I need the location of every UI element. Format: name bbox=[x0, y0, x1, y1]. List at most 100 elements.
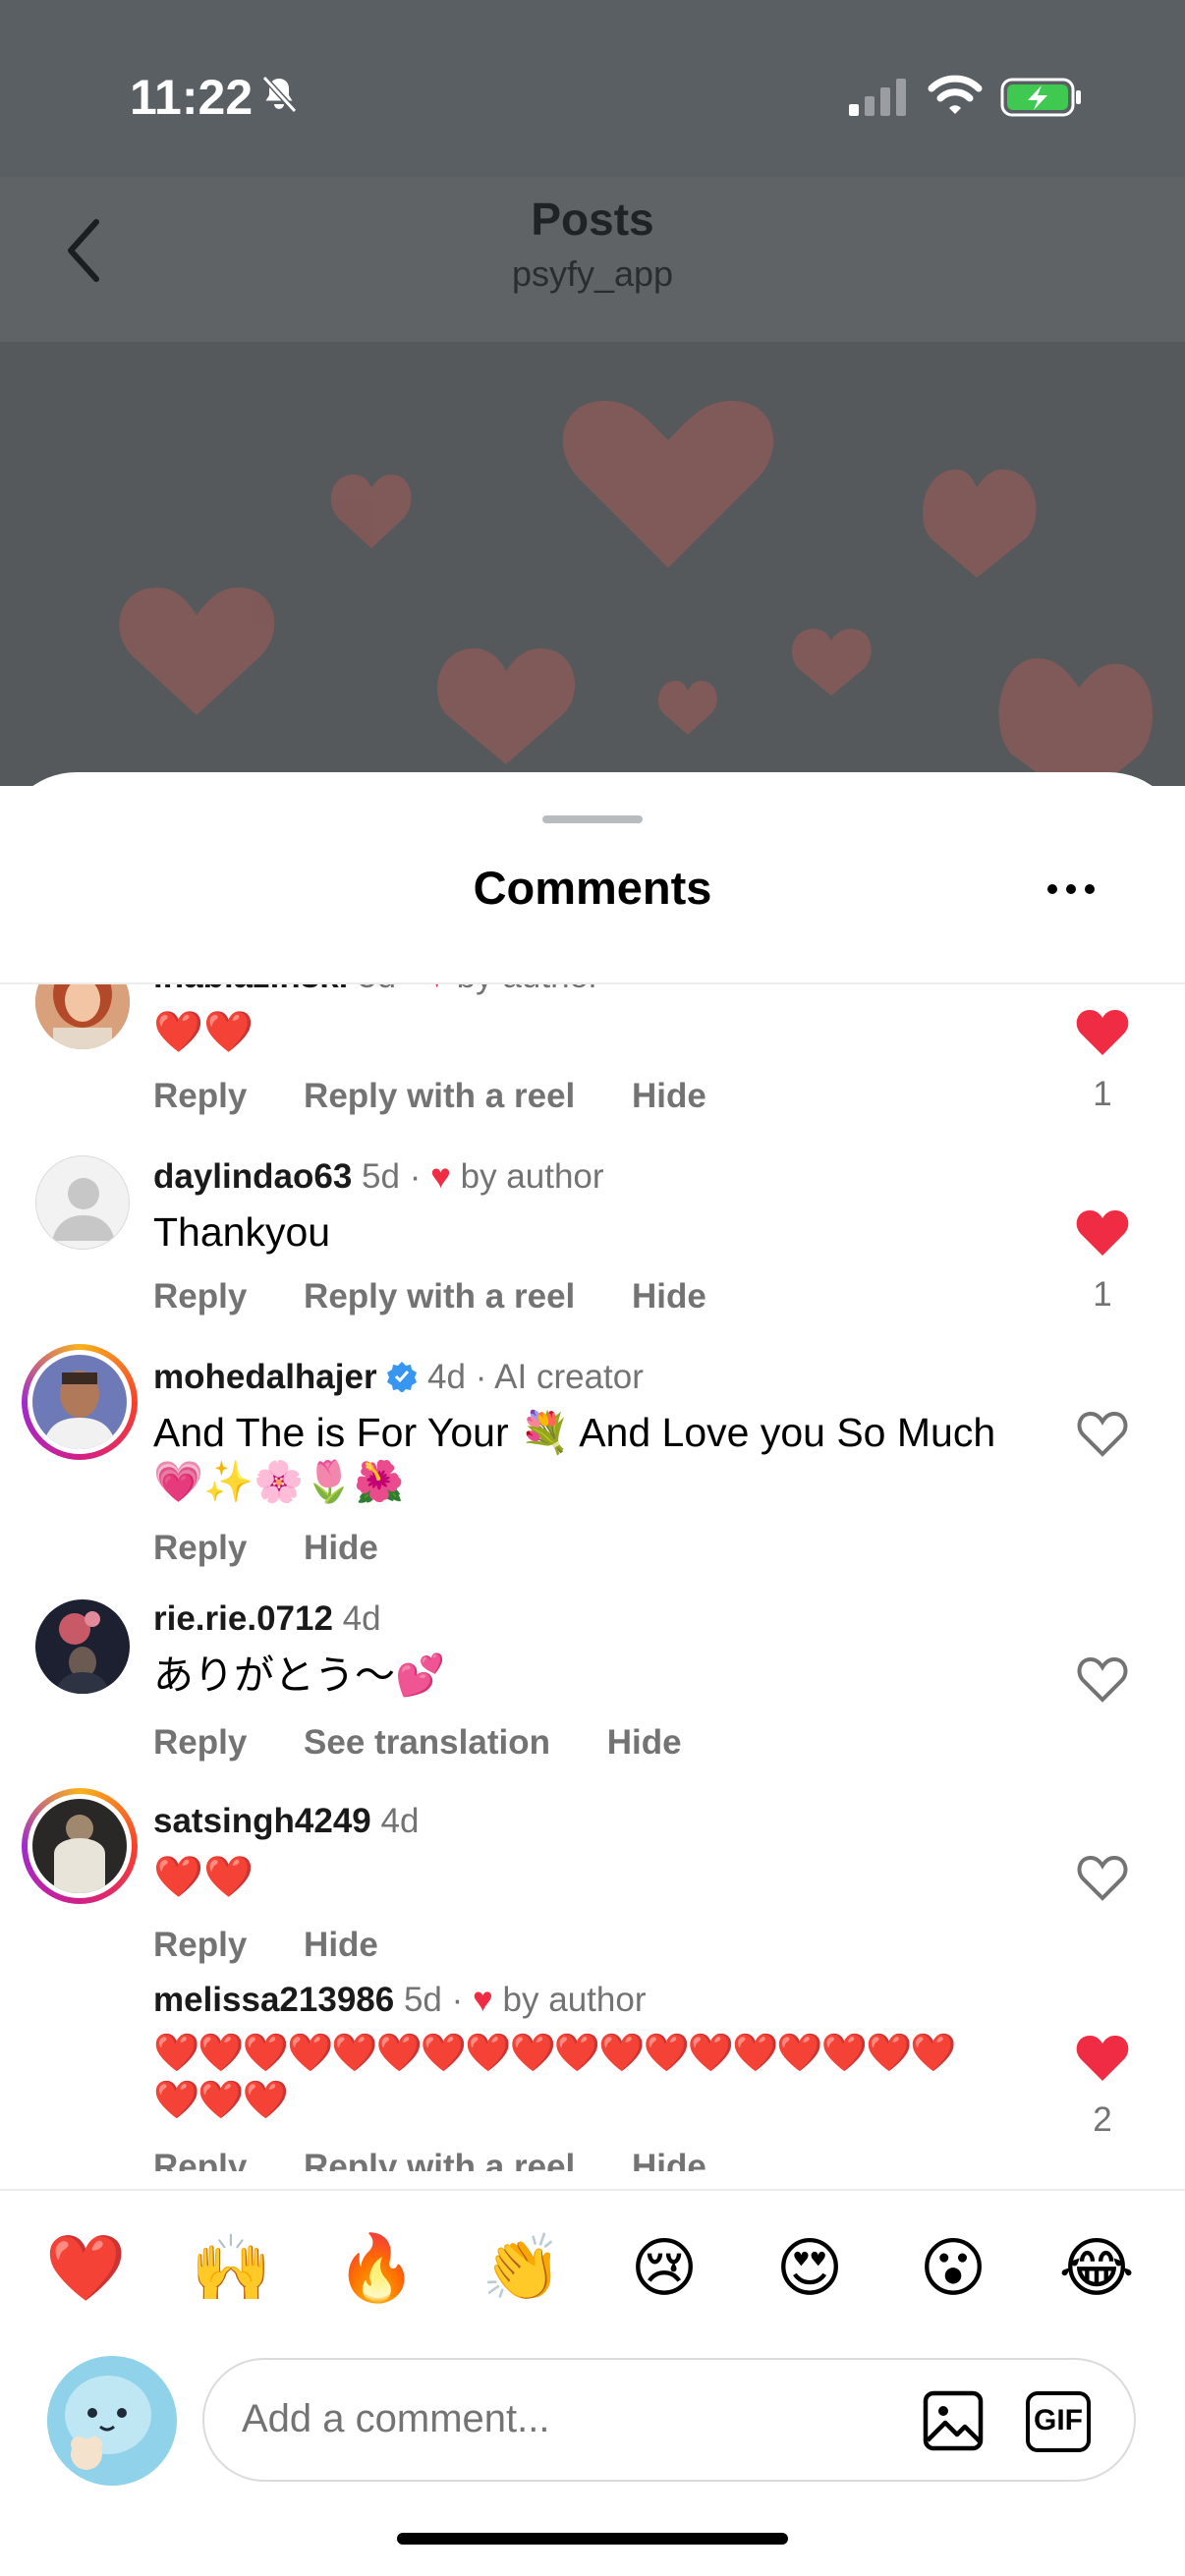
hide-button[interactable]: Hide bbox=[632, 1077, 706, 1115]
wifi-icon bbox=[928, 75, 983, 114]
hide-button[interactable]: Hide bbox=[632, 1277, 706, 1316]
comment-username[interactable]: daylindao63 bbox=[153, 1157, 352, 1196]
comment-text: ❤️❤️❤️❤️❤️❤️❤️❤️❤️❤️❤️❤️❤️❤️❤️❤️❤️❤️❤️❤️… bbox=[153, 2033, 957, 2121]
comment-text: And The is For Your 💐 And Love you So Mu… bbox=[153, 1410, 996, 1504]
reaction-fire[interactable]: 🔥 bbox=[336, 2228, 417, 2307]
reaction-clap[interactable]: 👏 bbox=[481, 2228, 562, 2307]
avatar-photo bbox=[35, 1599, 130, 1694]
comment-meta: melissa213986 5d · ♥ by author bbox=[153, 1981, 646, 2020]
comment-actions: Reply See translation Hide bbox=[153, 1723, 729, 1763]
reaction-raised-hands[interactable]: 🙌 bbox=[191, 2228, 271, 2307]
avatar[interactable] bbox=[35, 1155, 130, 1250]
battery-charging-icon bbox=[1000, 78, 1081, 117]
default-avatar-icon bbox=[52, 1178, 115, 1241]
comment-time: 4d bbox=[380, 1802, 420, 1840]
comment-username[interactable]: inabiazinski bbox=[153, 984, 348, 995]
comment-username[interactable]: mohedalhajer bbox=[153, 1358, 377, 1396]
bell-muted-icon bbox=[261, 75, 298, 114]
like-count: 1 bbox=[1093, 1275, 1112, 1314]
liked-by-author-label: by author bbox=[457, 984, 600, 995]
my-avatar[interactable] bbox=[47, 2356, 177, 2486]
comment-meta: satsingh4249 4d bbox=[153, 1802, 419, 1841]
reply-button[interactable]: Reply bbox=[153, 1926, 247, 1964]
comment-actions: Reply Hide bbox=[153, 1926, 425, 1965]
avatar-photo bbox=[32, 1799, 127, 1893]
comment-time: 4d bbox=[427, 1358, 466, 1396]
ai-creator-tag: AI creator bbox=[494, 1358, 644, 1396]
separator: · bbox=[451, 1981, 464, 2019]
hide-button[interactable]: Hide bbox=[304, 1926, 378, 1964]
heart-filled-icon[interactable] bbox=[1075, 1008, 1130, 1059]
gif-icon[interactable]: GIF bbox=[1026, 2391, 1091, 2452]
reaction-crying[interactable]: 😢 bbox=[625, 2228, 704, 2307]
comment-text: ありがとう〜💕 bbox=[153, 1652, 446, 1698]
page-title: Posts bbox=[531, 194, 654, 245]
reply-button[interactable]: Reply bbox=[153, 1277, 247, 1316]
comment-actions: Reply Reply with a reel Hide bbox=[153, 1277, 754, 1316]
comment-text: ❤️❤️ bbox=[153, 1854, 254, 1899]
reply-button[interactable]: Reply bbox=[153, 2148, 247, 2171]
reaction-laughing[interactable]: 😂 bbox=[1057, 2228, 1136, 2307]
reply-with-reel-button[interactable]: Reply with a reel bbox=[304, 1077, 575, 1115]
comment-input[interactable]: Add a comment... GIF bbox=[202, 2358, 1136, 2482]
comment-meta: daylindao63 5d · ♥ by author bbox=[153, 1157, 604, 1197]
page-subtitle: psyfy_app bbox=[511, 253, 674, 294]
like-count: 2 bbox=[1093, 2100, 1112, 2139]
heart-outline-icon[interactable] bbox=[1075, 1409, 1130, 1460]
comment-text: ❤️❤️ bbox=[153, 1009, 254, 1054]
reply-with-reel-button[interactable]: Reply with a reel bbox=[304, 2148, 575, 2171]
avatar bbox=[32, 1355, 127, 1449]
reaction-heart[interactable]: ❤️ bbox=[45, 2228, 126, 2307]
reply-button[interactable]: Reply bbox=[153, 1529, 247, 1567]
verified-badge-icon bbox=[387, 1362, 418, 1393]
comment-meta: inabiazinski 5d · ♥ by author bbox=[153, 984, 600, 996]
avatar-story-ring[interactable] bbox=[22, 1788, 138, 1904]
ring-gap bbox=[28, 1794, 132, 1898]
home-indicator[interactable] bbox=[397, 2533, 788, 2545]
reply-with-reel-button[interactable]: Reply with a reel bbox=[304, 1277, 575, 1316]
avatar[interactable] bbox=[35, 1599, 130, 1694]
hide-button[interactable]: Hide bbox=[607, 1723, 682, 1762]
heart-outline-icon[interactable] bbox=[1075, 1654, 1130, 1706]
more-options-icon[interactable] bbox=[1045, 882, 1097, 896]
comment-actions: Reply Hide bbox=[153, 1529, 425, 1568]
image-icon[interactable] bbox=[922, 2389, 985, 2452]
avatar-photo bbox=[35, 984, 130, 1049]
comment-actions: Reply Reply with a reel Hide bbox=[153, 2148, 754, 2171]
reaction-heart-eyes[interactable]: 😍 bbox=[770, 2228, 849, 2307]
comment-username[interactable]: melissa213986 bbox=[153, 1981, 394, 2019]
avatar[interactable] bbox=[35, 984, 130, 1049]
sheet-drag-handle[interactable] bbox=[542, 815, 643, 823]
hide-button[interactable]: Hide bbox=[304, 1529, 378, 1567]
status-time: 11:22 bbox=[130, 70, 254, 125]
heart-filled-icon[interactable] bbox=[1075, 1208, 1130, 1260]
reaction-surprised[interactable]: 😮 bbox=[914, 2228, 992, 2307]
comment-time: 4d bbox=[342, 1599, 381, 1638]
author-heart-icon: ♥ bbox=[473, 1981, 493, 2019]
quick-reactions-bar: ❤️ 🙌 🔥 👏 😢 😍 😮 😂 bbox=[0, 2189, 1185, 2319]
comment-username[interactable]: rie.rie.0712 bbox=[153, 1599, 333, 1638]
comments-list[interactable]: inabiazinski 5d · ♥ by author ❤️❤️ Reply… bbox=[0, 984, 1185, 1977]
comment-time: 5d bbox=[362, 1157, 400, 1196]
like-count: 1 bbox=[1093, 1075, 1112, 1113]
liked-by-author-label: by author bbox=[460, 1157, 604, 1196]
reply-button[interactable]: Reply bbox=[153, 1723, 247, 1762]
status-bar: 11:22 bbox=[0, 0, 1185, 177]
comment-username[interactable]: satsingh4249 bbox=[153, 1802, 371, 1840]
heart-outline-icon[interactable] bbox=[1075, 1853, 1130, 1904]
cellular-signal-icon bbox=[849, 79, 906, 116]
separator: · bbox=[475, 1358, 487, 1396]
hide-button[interactable]: Hide bbox=[632, 2148, 706, 2171]
comment-text: Thankyou bbox=[153, 1209, 331, 1255]
gif-label: GIF bbox=[1034, 2404, 1083, 2436]
avatar-illustration bbox=[47, 2356, 177, 2486]
avatar-photo bbox=[32, 1355, 127, 1449]
comment-input-placeholder: Add a comment... bbox=[242, 2397, 550, 2440]
separator: · bbox=[406, 984, 418, 995]
heart-filled-icon[interactable] bbox=[1075, 2034, 1130, 2085]
comments-sheet: Comments inabiazinski 5d · ♥ by author bbox=[0, 772, 1185, 2576]
avatar-story-ring[interactable] bbox=[22, 1344, 138, 1460]
post-image bbox=[0, 342, 1185, 786]
reply-button[interactable]: Reply bbox=[153, 1077, 247, 1115]
see-translation-button[interactable]: See translation bbox=[304, 1723, 550, 1762]
